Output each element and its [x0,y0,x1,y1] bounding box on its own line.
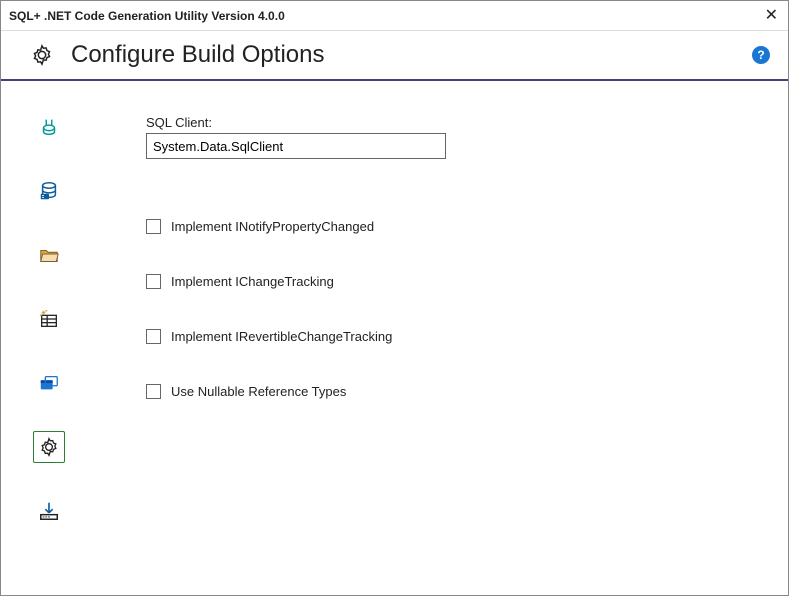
sidebar-item-output[interactable] [33,367,65,399]
help-icon[interactable]: ? [752,46,770,64]
database-icon [38,180,60,202]
check-row-changetrack: Implement IChangeTracking [146,274,768,289]
window-title: SQL+ .NET Code Generation Utility Versio… [9,9,285,23]
folder-open-icon [38,244,60,266]
check-row-nullable: Use Nullable Reference Types [146,384,768,399]
checkbox-revertible-change-tracking[interactable] [146,329,161,344]
check-row-notify: Implement INotifyPropertyChanged [146,219,768,234]
checkbox-nullable-ref[interactable] [146,384,161,399]
sql-client-input[interactable] [146,133,446,159]
download-icon [38,500,60,522]
sql-client-field: SQL Client: [146,115,768,159]
gear-icon [39,437,59,457]
check-row-revert: Implement IRevertibleChangeTracking [146,329,768,344]
gear-icon [31,44,53,66]
table-new-icon [38,308,60,330]
plug-icon [38,116,60,138]
checkbox-notify-prop[interactable] [146,219,161,234]
checkbox-label-revert: Implement IRevertibleChangeTracking [171,329,392,344]
checkbox-label-notify: Implement INotifyPropertyChanged [171,219,374,234]
sidebar [1,81,86,597]
sidebar-item-schema[interactable] [33,303,65,335]
sidebar-item-build-options[interactable] [33,431,65,463]
sidebar-item-build[interactable] [33,495,65,527]
sidebar-item-connection[interactable] [33,111,65,143]
body: SQL Client: Implement INotifyPropertyCha… [1,81,788,597]
close-icon[interactable]: ✕ [748,8,778,24]
page-title: Configure Build Options [71,41,752,69]
checkbox-change-tracking[interactable] [146,274,161,289]
sql-client-label: SQL Client: [146,115,768,130]
checkbox-label-changetrack: Implement IChangeTracking [171,274,334,289]
content: SQL Client: Implement INotifyPropertyCha… [86,81,788,597]
header: Configure Build Options ? [1,31,788,81]
window-stack-icon [38,372,60,394]
titlebar: SQL+ .NET Code Generation Utility Versio… [1,1,788,31]
checkbox-label-nullable: Use Nullable Reference Types [171,384,346,399]
sidebar-item-folder[interactable] [33,239,65,271]
sidebar-item-database[interactable] [33,175,65,207]
